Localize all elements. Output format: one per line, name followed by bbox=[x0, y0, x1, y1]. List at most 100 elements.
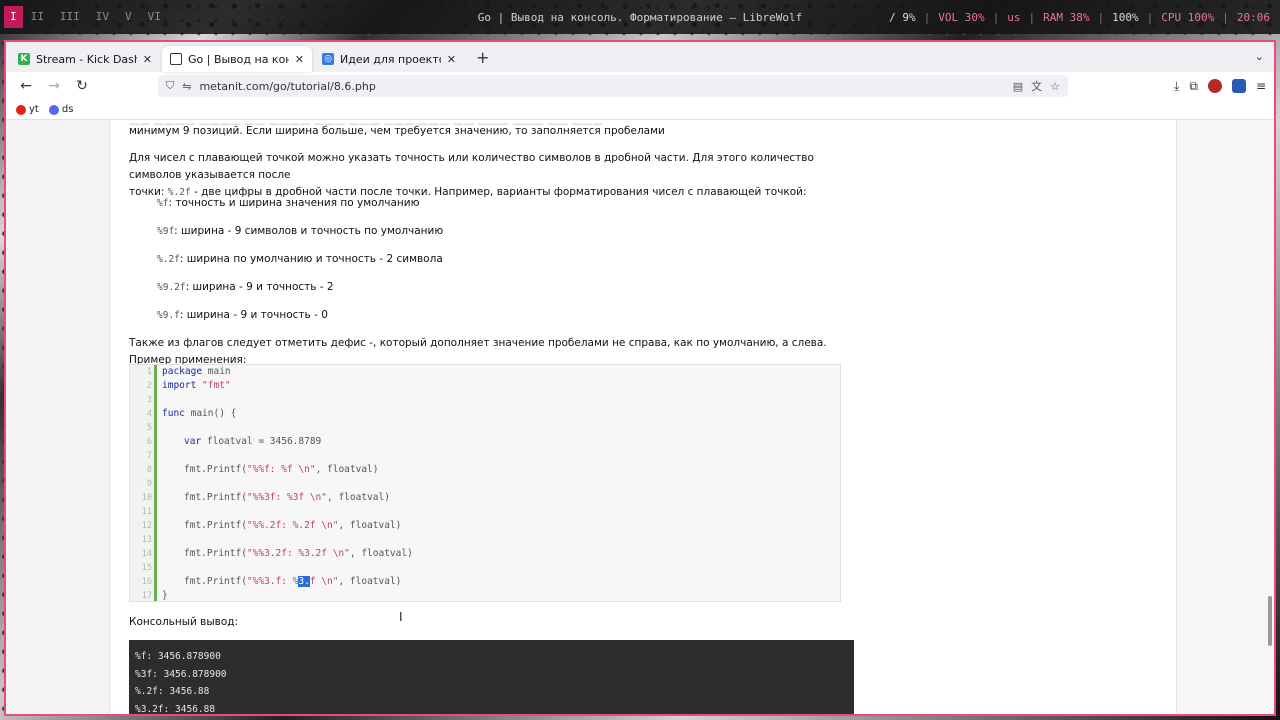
spec-text: : точность и ширина значения по умолчани… bbox=[168, 197, 420, 209]
back-button[interactable]: ← bbox=[14, 74, 38, 98]
line-number: 12 bbox=[141, 521, 152, 531]
extensions-icon[interactable]: ⧉ bbox=[1189, 79, 1198, 94]
clock: 20:06 bbox=[1236, 10, 1270, 24]
bookmark-label: yt bbox=[29, 104, 39, 115]
tab-bar: K Stream - Kick Dashboar ✕ Go | Вывод на… bbox=[6, 42, 1274, 72]
new-tab-button[interactable]: + bbox=[466, 46, 499, 72]
tab-go-console[interactable]: Go | Вывод на консоль ✕ bbox=[162, 46, 312, 72]
bookmark-yt[interactable]: yt bbox=[16, 104, 39, 115]
keyboard-layout: us bbox=[1007, 10, 1021, 24]
workspace-4[interactable]: IV bbox=[88, 6, 117, 28]
code-text: fmt.Printf("%%3.f: %3.f \n", floatval) bbox=[184, 575, 401, 589]
shield-icon[interactable]: ⛉ bbox=[166, 79, 174, 93]
separator: | bbox=[923, 10, 931, 24]
line-number: 1 bbox=[146, 367, 152, 377]
menu-icon[interactable]: ≡ bbox=[1256, 79, 1266, 93]
code-text: fmt.Printf("%%3f: %3f \n", floatval) bbox=[184, 491, 390, 505]
text-cursor-icon: I bbox=[399, 610, 403, 624]
spec-text: : ширина - 9 и точность - 0 bbox=[179, 309, 328, 321]
code-string: f \n" bbox=[309, 576, 339, 587]
code-plain: floatval = 3456.8789 bbox=[201, 436, 322, 447]
list-all-tabs-chevron-icon[interactable]: ⌄ bbox=[1255, 50, 1264, 63]
separator: | bbox=[992, 10, 1000, 24]
system-stats: / 9% | VOL 30% | us | RAM 38% | 100% | C… bbox=[885, 11, 1274, 24]
page-scrollbar[interactable] bbox=[1268, 596, 1272, 646]
bookmarks-bar: yt ds bbox=[6, 100, 1274, 120]
reader-view-icon[interactable]: ▤ bbox=[1013, 80, 1023, 93]
tab-title: Stream - Kick Dashboar bbox=[36, 52, 137, 66]
separator: | bbox=[1097, 10, 1105, 24]
code-text: package main bbox=[162, 365, 231, 379]
bookmark-ds[interactable]: ds bbox=[48, 104, 74, 115]
ublock-icon[interactable] bbox=[1207, 79, 1222, 93]
line-number: 4 bbox=[146, 409, 152, 419]
code-text: func main() { bbox=[162, 407, 236, 421]
cpu-stat: CPU 100% bbox=[1161, 10, 1215, 24]
kick-favicon-icon: K bbox=[18, 53, 30, 65]
code-keyword: func bbox=[162, 408, 185, 419]
downloads-icon[interactable]: ⤓ bbox=[1174, 79, 1179, 94]
forward-button[interactable]: → bbox=[42, 74, 66, 98]
metanit-favicon-icon bbox=[170, 53, 182, 65]
console-label: Консольный вывод: bbox=[129, 616, 239, 628]
line-number: 8 bbox=[146, 465, 152, 475]
console-line: %.2f: 3456.88 bbox=[135, 686, 210, 697]
code-plain: , floatval) bbox=[338, 520, 402, 531]
bookmark-label: ds bbox=[61, 104, 74, 115]
workspace-2[interactable]: II bbox=[23, 6, 52, 28]
code-line: 8 fmt.Printf("%%f: %f \n", floatval) bbox=[130, 463, 840, 477]
close-tab-icon[interactable]: ✕ bbox=[143, 53, 152, 66]
url-text[interactable]: metanit.com/go/tutorial/8.6.php bbox=[199, 80, 1004, 93]
code-keyword: var bbox=[184, 436, 202, 447]
code-plain: fmt.Printf( bbox=[184, 576, 247, 587]
workspace-5[interactable]: V bbox=[117, 6, 140, 28]
code-line: 17} bbox=[130, 589, 840, 603]
page-info-icon[interactable]: ⇋ bbox=[182, 80, 191, 93]
line-number: 2 bbox=[146, 381, 152, 391]
code-text: import "fmt" bbox=[162, 379, 231, 393]
list-item: %9.f: ширина - 9 и точность - 0 bbox=[157, 307, 328, 324]
code-text: } bbox=[162, 590, 168, 601]
code-block[interactable]: 1 package main 2 import "fmt" 3 4 func main… bbox=[129, 364, 841, 602]
code-plain: , floatval) bbox=[338, 576, 402, 587]
text-selection: 3. bbox=[298, 576, 310, 587]
close-tab-icon[interactable]: ✕ bbox=[295, 53, 304, 66]
line-number: 9 bbox=[146, 479, 152, 489]
workspace-1[interactable]: I bbox=[4, 6, 23, 28]
tab-title: Идеи для проектов на G bbox=[340, 52, 441, 66]
globe-favicon-icon: ◎ bbox=[322, 53, 334, 65]
ram-stat: RAM 38% bbox=[1043, 10, 1090, 24]
spec-text: : ширина - 9 и точность - 2 bbox=[185, 281, 334, 293]
close-tab-icon[interactable]: ✕ bbox=[447, 53, 456, 66]
line-number: 7 bbox=[146, 451, 152, 461]
list-item: %.2f: ширина по умолчанию и точность - 2… bbox=[157, 251, 443, 268]
paragraph-line: Для чисел с плавающей точкой можно указа… bbox=[129, 152, 814, 181]
separator: | bbox=[1028, 10, 1036, 24]
spec-code: %9.2f bbox=[157, 282, 186, 293]
spec-code: %f bbox=[157, 198, 169, 209]
tab-project-ideas[interactable]: ◎ Идеи для проектов на G ✕ bbox=[314, 46, 464, 72]
reload-button[interactable]: ↻ bbox=[70, 74, 94, 98]
workspace-6[interactable]: VI bbox=[140, 6, 169, 28]
code-text: fmt.Printf("%%3.2f: %3.2f \n", floatval) bbox=[184, 547, 413, 561]
tab-title: Go | Вывод на консоль bbox=[188, 52, 289, 66]
extension-blue-icon[interactable] bbox=[1231, 79, 1246, 93]
code-line: 7 bbox=[130, 449, 840, 463]
translate-icon[interactable]: 文 bbox=[1031, 78, 1042, 94]
line-number: 16 bbox=[141, 577, 152, 587]
code-plain: , floatval) bbox=[315, 464, 379, 475]
battery-stat: 100% bbox=[1112, 10, 1139, 24]
volume-stat: VOL 30% bbox=[938, 10, 985, 24]
workspace-3[interactable]: III bbox=[52, 6, 88, 28]
url-bar[interactable]: ⛉ ⇋ metanit.com/go/tutorial/8.6.php ▤ 文 … bbox=[158, 75, 1068, 97]
code-line: 10 fmt.Printf("%%3f: %3f \n", floatval) bbox=[130, 491, 840, 505]
code-line: 13 bbox=[130, 533, 840, 547]
tab-kick-dashboard[interactable]: K Stream - Kick Dashboar ✕ bbox=[10, 46, 160, 72]
code-line: 9 bbox=[130, 477, 840, 491]
paragraph: Для чисел с плавающей точкой можно указа… bbox=[129, 150, 859, 201]
bookmark-star-icon[interactable]: ☆ bbox=[1050, 80, 1060, 93]
code-line: 6 var floatval = 3456.8789 bbox=[130, 435, 840, 449]
code-plain: , floatval) bbox=[327, 492, 390, 503]
code-line: 4 func main() { bbox=[130, 407, 840, 421]
code-line: 1 package main bbox=[130, 365, 840, 379]
